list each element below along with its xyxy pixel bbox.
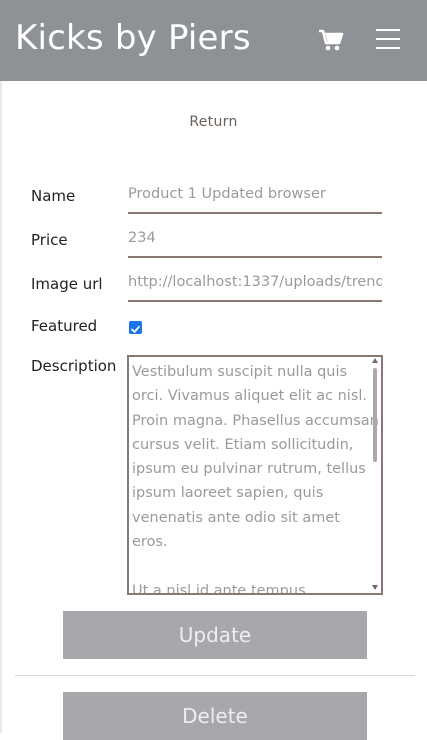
scroll-up-arrow-icon[interactable] [372, 358, 378, 363]
textarea-scrollbar[interactable] [373, 368, 377, 462]
checkmark-icon [131, 325, 140, 333]
cart-icon[interactable] [318, 27, 344, 53]
description-textarea[interactable]: Vestibulum suscipit nulla quis orci. Viv… [127, 355, 383, 595]
price-field[interactable]: 234 [128, 230, 382, 258]
description-label: Description [31, 357, 117, 375]
hamburger-menu-icon[interactable] [376, 27, 400, 51]
image-url-label: Image url [31, 275, 103, 293]
name-field[interactable]: Product 1 Updated browser [128, 186, 382, 214]
image-url-field[interactable]: http://localhost:1337/uploads/trend [128, 274, 382, 302]
update-button[interactable]: Update [63, 611, 367, 659]
return-link[interactable]: Return [0, 114, 427, 130]
app-header: Kicks by Piers [0, 0, 427, 81]
price-label: Price [31, 231, 68, 249]
brand-title[interactable]: Kicks by Piers [15, 16, 251, 60]
name-label: Name [31, 187, 76, 205]
page-edge [0, 81, 2, 733]
featured-label: Featured [31, 317, 98, 335]
featured-checkbox[interactable] [129, 321, 142, 334]
scroll-down-arrow-icon[interactable] [372, 585, 378, 590]
divider [15, 675, 415, 676]
